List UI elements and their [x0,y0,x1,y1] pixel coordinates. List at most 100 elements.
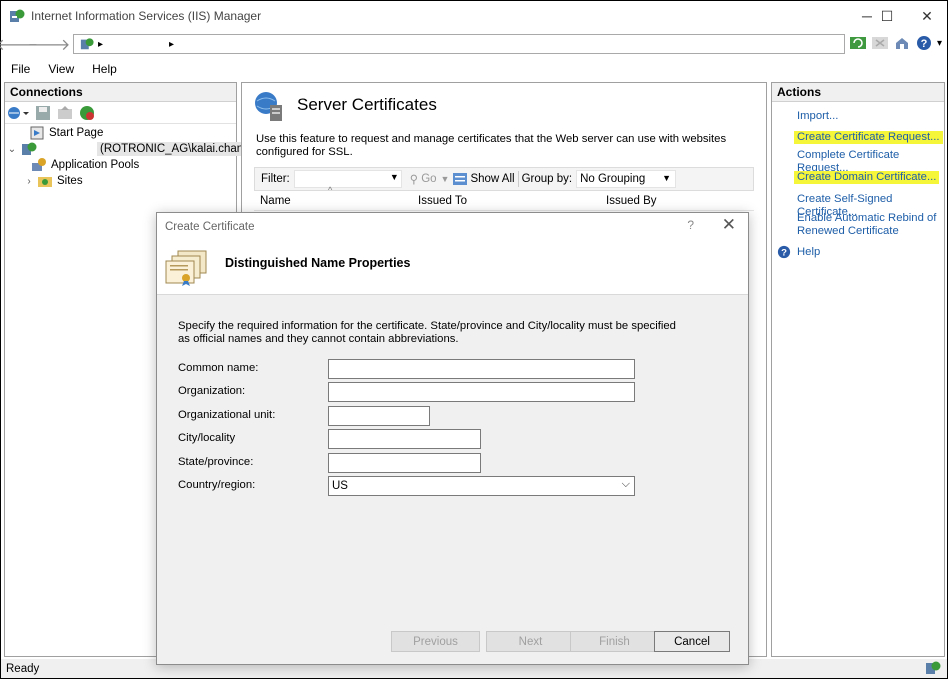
network-status-icon [926,661,941,674]
tree-item-start-page[interactable]: Start Page [15,125,103,141]
dialog-instructions: Specify the required information for the… [178,320,676,345]
country-region-select[interactable]: US ⌵ [328,476,635,496]
help-icon[interactable]: ? [915,34,933,52]
certificates-grid-header: Name ^ Issued To Issued By [254,185,754,211]
organizational-unit-input[interactable] [328,406,430,426]
organization-label: Organization: [178,385,246,397]
show-all-button[interactable]: Show All [470,173,514,185]
menu-help[interactable]: Help [92,62,117,76]
action-import[interactable]: Import... [797,110,838,123]
funnel-icon: ⚲ [409,174,419,186]
go-button[interactable]: Go [421,173,436,185]
connect-icon[interactable] [7,105,29,121]
actions-pane: Actions Import... Create Certificate Req… [771,82,945,657]
disconnect-icon[interactable] [79,105,95,121]
tree-label-start-page: Start Page [49,127,104,139]
next-button[interactable]: Next [486,631,575,652]
action-enable-rebind-line2[interactable]: Renewed Certificate [797,225,899,238]
dialog-title: Create Certificate [165,221,255,233]
forward-button[interactable]: 🡒 [28,34,71,54]
save-icon[interactable] [35,105,51,121]
address-bar: 🡐 🡒 ▸ ▸ ? ▾ [0,31,947,57]
address-separator[interactable]: ▸ [169,39,174,50]
state-province-input[interactable] [328,453,481,473]
filter-label: Filter: [261,173,290,185]
expand-chevron-icon[interactable]: › [25,176,33,187]
city-locality-input[interactable] [328,429,481,449]
sites-folder-icon [38,177,52,187]
svg-text:?: ? [921,38,928,50]
menu-view[interactable]: View [48,62,74,76]
address-field[interactable]: ▸ ▸ [73,34,845,54]
tree-label-app-pools: Application Pools [51,159,140,171]
menu-bar: File View Help [1,59,947,79]
close-button[interactable]: ✕ [907,1,947,31]
filter-dropdown-chevron-icon[interactable]: ▼ [390,172,399,182]
action-create-certificate-request[interactable]: Create Certificate Request... [794,131,943,144]
back-button[interactable]: 🡐 [0,34,38,54]
address-segment-blank [103,36,169,52]
sort-arrow-icon: ^ [328,185,333,195]
country-dropdown-chevron-icon[interactable]: ⌵ [622,478,630,491]
common-name-label: Common name: [178,362,259,374]
iis-app-icon [10,9,25,22]
filter-input[interactable]: ▼ [293,170,402,188]
stop-icon[interactable] [871,34,889,52]
group-by-chevron-icon[interactable]: ▼ [662,173,671,183]
actions-header: Actions [772,83,944,102]
group-by-label: Group by: [521,173,573,185]
server-icon [80,38,94,50]
tree-label-server: (ROTRONIC_AG\kalai.chan) [97,142,250,156]
group-by-select[interactable]: No Grouping ▼ [576,170,677,188]
action-help[interactable]: Help [797,246,820,259]
dialog-header-title: Distinguished Name Properties [225,256,411,270]
column-issued-to[interactable]: Issued To [418,195,467,207]
connections-header: Connections [5,83,236,102]
previous-button[interactable]: Previous [391,631,480,652]
server-icon [22,142,37,155]
action-enable-rebind-line1[interactable]: Enable Automatic Rebind of [797,212,936,225]
create-certificate-dialog: Create Certificate ? ✕ Distinguished Nam… [156,212,749,665]
country-region-value: US [332,480,348,492]
dialog-close-button[interactable]: ✕ [722,215,736,235]
tree-label-sites: Sites [57,175,83,187]
app-pools-icon [32,158,46,171]
cancel-button[interactable]: Cancel [654,631,730,652]
organizational-unit-label: Organizational unit: [178,409,276,421]
page-title: Server Certificates [297,95,437,114]
column-issued-by[interactable]: Issued By [606,195,657,207]
address-tools: ? ▾ [849,34,942,52]
tree-item-server[interactable]: ⌄ (ROTRONIC_AG\kalai.chan) [7,141,250,157]
dialog-title-bar: Create Certificate [157,213,748,241]
svg-text:?: ? [781,248,787,259]
start-page-icon [30,126,44,140]
dialog-header: Distinguished Name Properties [157,241,748,295]
window-title: Internet Information Services (IIS) Mana… [31,9,262,23]
organization-input[interactable] [328,382,635,402]
status-text: Ready [6,662,40,675]
state-province-label: State/province: [178,456,254,468]
tree-item-app-pools[interactable]: Application Pools [31,157,139,173]
up-level-icon[interactable] [57,105,73,121]
home-icon[interactable] [893,34,911,52]
help-icon: ? [777,245,791,259]
dialog-help-button[interactable]: ? [687,218,694,232]
group-by-value: No Grouping [580,173,646,185]
go-dropdown-chevron-icon[interactable]: ▼ [441,174,450,184]
certificate-icon [165,250,207,286]
help-dropdown-chevron-icon[interactable]: ▾ [937,38,942,49]
refresh-icon[interactable] [849,34,867,52]
expand-chevron-icon[interactable]: ⌄ [7,144,17,155]
tree-item-sites[interactable]: › Sites [25,173,83,189]
menu-file[interactable]: File [11,62,30,76]
country-region-label: Country/region: [178,479,256,491]
action-create-domain-certificate[interactable]: Create Domain Certificate... [794,171,940,184]
window-title-bar: Internet Information Services (IIS) Mana… [1,1,947,31]
city-locality-label: City/locality [178,432,236,444]
common-name-input[interactable] [328,359,635,379]
show-all-icon [453,173,468,185]
finish-button[interactable]: Finish [570,631,659,652]
connections-toolbar [5,102,236,124]
maximize-button[interactable]: ☐ [867,1,907,31]
column-name[interactable]: Name [260,195,291,207]
